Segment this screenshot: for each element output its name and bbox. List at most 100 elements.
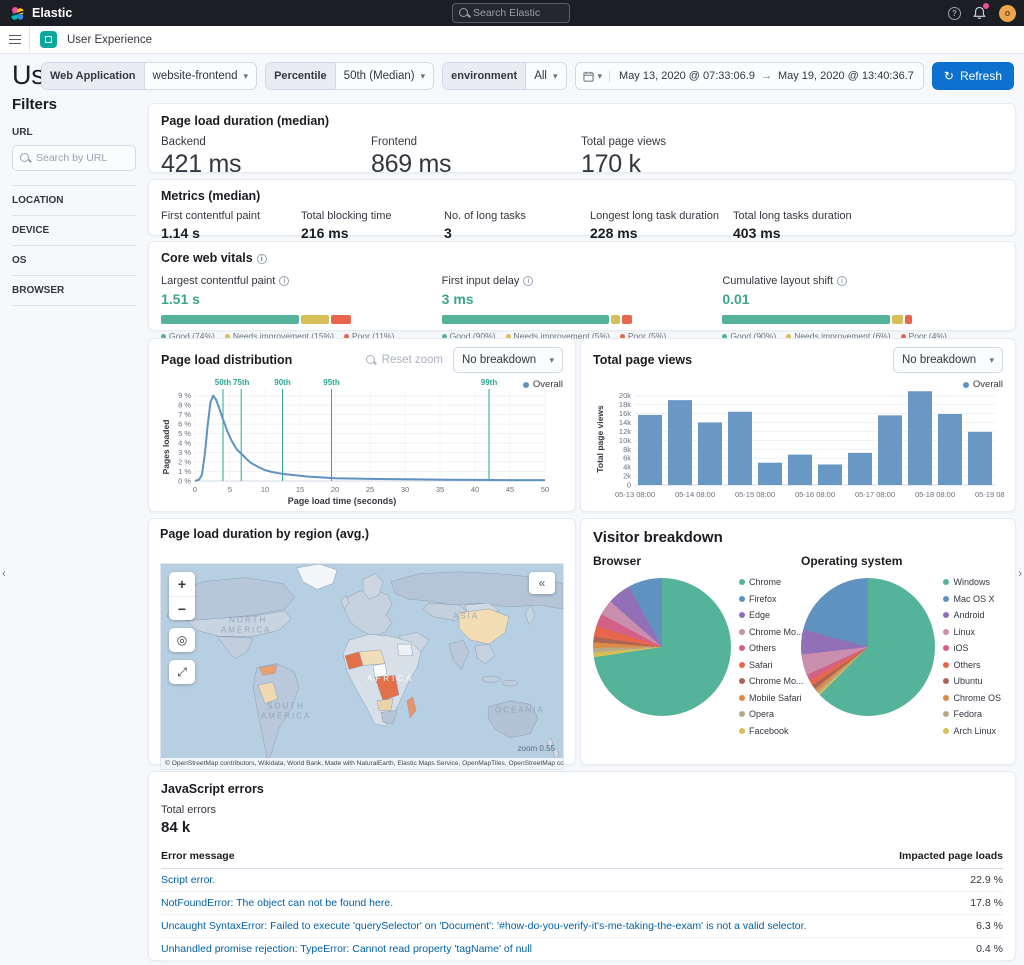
help-icon[interactable]: ?: [948, 6, 961, 20]
info-icon[interactable]: i: [256, 254, 267, 264]
os-chart-title: Operating system: [801, 554, 903, 568]
legend-item[interactable]: Chrome OS: [943, 690, 1001, 707]
legend-dot: [943, 645, 950, 652]
impact-value: 22.9 %: [886, 868, 1003, 892]
refresh-button[interactable]: ↻ Refresh: [931, 62, 1014, 90]
info-icon[interactable]: i: [279, 276, 290, 286]
legend-item[interactable]: Others: [943, 657, 1001, 674]
global-search[interactable]: [452, 3, 570, 23]
visitor-breakdown-panel: Visitor breakdown Browser Chrome Firefox E…: [580, 518, 1016, 765]
legend-item[interactable]: Facebook: [739, 723, 804, 740]
elastic-brand[interactable]: Elastic: [10, 6, 72, 21]
web-application-select[interactable]: website-frontend ▾: [145, 63, 257, 89]
legend-item[interactable]: Linux: [943, 624, 1001, 641]
breadcrumb[interactable]: User Experience: [67, 34, 152, 46]
zoom-out-button[interactable]: −: [169, 596, 195, 620]
breakdown-select[interactable]: No breakdown ▾: [893, 347, 1003, 373]
chevron-down-icon: ▾: [243, 70, 249, 81]
legend-item[interactable]: Arch Linux: [943, 723, 1001, 740]
panel-title: Total page views: [593, 353, 693, 367]
avatar[interactable]: o: [999, 4, 1016, 22]
ux-app-icon[interactable]: [40, 31, 57, 48]
chart-legend[interactable]: Overall: [522, 379, 563, 390]
browser-pie-legend[interactable]: Chrome Firefox Edge Chrome Mo... Others Safar…: [739, 574, 804, 739]
world-map[interactable]: NORTH AMERICA SOUTH AMERICA ASIA OCEANIA…: [160, 563, 564, 770]
col-error-message[interactable]: Error message: [161, 846, 887, 869]
legend-dot: [739, 595, 745, 602]
collapse-left-chevron[interactable]: ‹: [2, 568, 6, 580]
info-icon[interactable]: i: [523, 276, 534, 286]
url-search-input[interactable]: [36, 152, 122, 164]
map-legend-toggle-button[interactable]: «: [529, 572, 555, 594]
sidebar-item-browser[interactable]: BROWSER: [12, 275, 136, 306]
legend-dot: [943, 711, 950, 718]
date-range[interactable]: May 13, 2020 @ 07:33:06.9 → May 19, 2020…: [610, 70, 923, 82]
col-impacted-page-loads[interactable]: Impacted page loads: [886, 846, 1003, 869]
total-page-views-chart[interactable]: 02k4k6k8k10k12k14k16k18k20k 05-13 08:00 05…: [593, 377, 1015, 511]
table-row: Unhandled promise rejection: AbortError:…: [161, 960, 1003, 965]
chart-legend[interactable]: Overall: [962, 379, 1003, 390]
legend-item[interactable]: Mac OS X: [943, 591, 1001, 608]
legend-item[interactable]: Chrome Mo...: [739, 673, 804, 690]
cwv-bar: [441, 315, 632, 324]
sidebar-item-os[interactable]: OS: [12, 245, 136, 275]
url-filter-label: URL: [12, 127, 33, 138]
reset-zoom-button[interactable]: Reset zoom: [365, 354, 443, 366]
core-web-vitals-panel: Core web vitals i Largest contentful pain…: [148, 241, 1016, 341]
legend-item[interactable]: Mobile Safari: [739, 690, 804, 707]
error-message-link[interactable]: Unhandled promise rejection: TypeError: …: [161, 937, 887, 961]
legend-item[interactable]: Safari: [739, 657, 804, 674]
refresh-icon: ↻: [943, 69, 954, 83]
global-search-input[interactable]: [473, 7, 563, 19]
calendar-button[interactable]: ▾: [576, 70, 611, 82]
page-load-distribution-chart[interactable]: 0 %1 %2 %3 %4 %5 %6 %7 %8 %9 % 0 5 10 15 20 25…: [161, 377, 565, 505]
legend-item[interactable]: Chrome: [739, 574, 804, 591]
panel-title: Metrics (median): [161, 189, 261, 203]
x-axis-label: Page load time (seconds): [287, 496, 397, 506]
total-errors-value: 84 k: [161, 819, 191, 836]
filter-bar: Web Application website-frontend ▾ Perce…: [40, 62, 1014, 90]
sidebar-item-location[interactable]: LOCATION: [12, 185, 136, 215]
error-message-link[interactable]: Script error.: [161, 868, 887, 892]
fit-data-button[interactable]: ⤢: [169, 660, 195, 684]
legend-item[interactable]: Windows: [943, 574, 1001, 591]
legend-item[interactable]: Chrome Mo...: [739, 624, 804, 641]
os-pie-chart[interactable]: [801, 578, 936, 716]
svg-text:05-14 08:00: 05-14 08:00: [675, 490, 715, 499]
svg-text:25: 25: [366, 485, 374, 494]
date-start[interactable]: May 13, 2020 @ 07:33:06.9: [619, 70, 755, 82]
chevron-down-icon: ▾: [420, 70, 426, 81]
error-message-link[interactable]: Unhandled promise rejection: AbortError:…: [161, 960, 887, 965]
svg-text:05-15 08:00: 05-15 08:00: [735, 490, 775, 499]
legend-item[interactable]: Fedora: [943, 706, 1001, 723]
legend-item[interactable]: Ubuntu: [943, 673, 1001, 690]
set-view-button[interactable]: ◎: [169, 628, 195, 652]
notifications-button[interactable]: [973, 3, 989, 20]
page-load-distribution-panel: Page load distribution Reset zoom No bre…: [148, 338, 576, 512]
zoom-in-button[interactable]: +: [169, 572, 195, 596]
metrics-panel: Metrics (median) First contentful paint 1…: [148, 179, 1016, 241]
panel-title: Page load duration (median): [161, 114, 330, 128]
legend-item[interactable]: Android: [943, 607, 1001, 624]
breakdown-select[interactable]: No breakdown ▾: [453, 347, 563, 373]
date-end[interactable]: May 19, 2020 @ 13:40:36.7: [778, 70, 914, 82]
svg-text:35: 35: [436, 485, 444, 494]
collapse-right-chevron[interactable]: ›: [1018, 568, 1022, 580]
percentile-select[interactable]: 50th (Median) ▾: [336, 63, 433, 89]
browser-pie-chart[interactable]: [593, 578, 731, 716]
svg-text:05-18 08:00: 05-18 08:00: [915, 490, 955, 499]
legend-item[interactable]: Opera: [739, 706, 804, 723]
error-message-link[interactable]: Uncaught SyntaxError: Failed to execute …: [161, 914, 887, 938]
svg-text:16k: 16k: [619, 409, 631, 418]
url-search[interactable]: [12, 145, 136, 171]
info-icon[interactable]: i: [837, 276, 848, 286]
legend-item[interactable]: Edge: [739, 607, 804, 624]
os-pie-legend[interactable]: Windows Mac OS X Android Linux iOS Others Ubun…: [943, 574, 1001, 739]
menu-button[interactable]: [0, 25, 30, 54]
environment-select[interactable]: All ▾: [526, 63, 565, 89]
legend-item[interactable]: iOS: [943, 640, 1001, 657]
error-message-link[interactable]: NotFoundError: The object can not be fou…: [161, 891, 887, 915]
sidebar-item-device[interactable]: DEVICE: [12, 215, 136, 245]
legend-item[interactable]: Others: [739, 640, 804, 657]
legend-item[interactable]: Firefox: [739, 591, 804, 608]
